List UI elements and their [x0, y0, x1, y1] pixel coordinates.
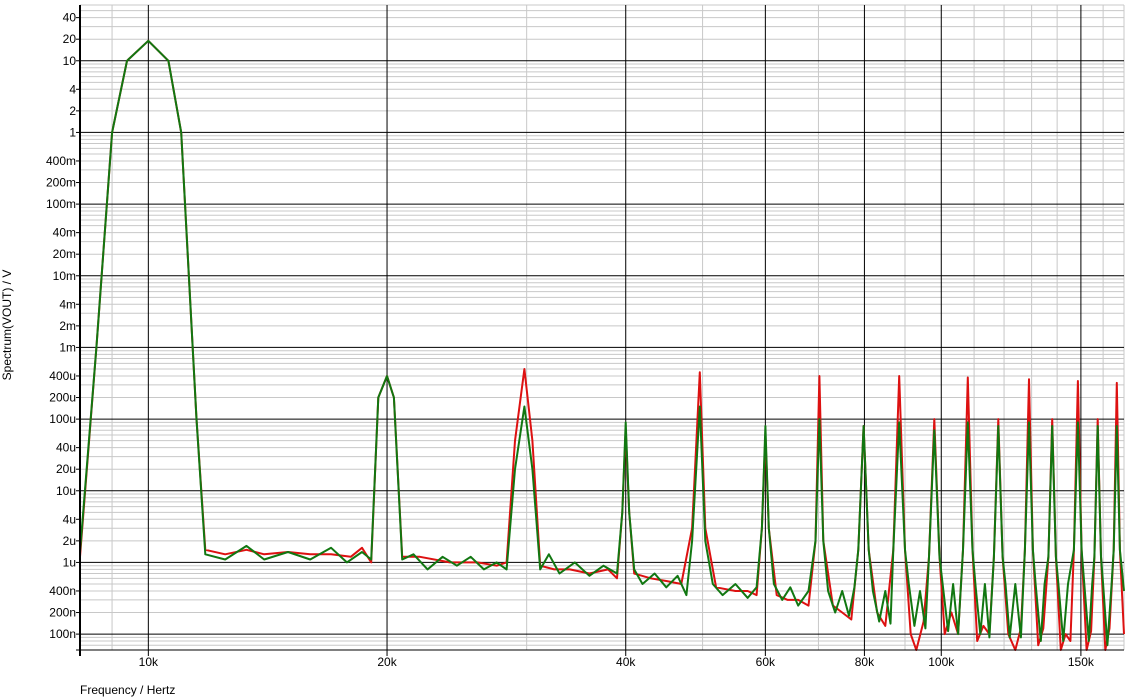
y-axis-label: Spectrum(VOUT) / V [0, 270, 14, 381]
x-tick-label: 20k [377, 655, 397, 669]
y-tick-label: 40 [63, 11, 77, 25]
y-tick-label: 4m [59, 297, 76, 311]
x-axis-label: Frequency / Hertz [80, 683, 175, 697]
y-tick-label: 20u [56, 462, 76, 476]
spectrum-chart: 40 20 10 4 2 1 400m 200m 100m 40m 20m 10m 4m 2m 1m 400u… [0, 0, 1127, 699]
x-tick-label: 100k [928, 655, 955, 669]
x-tick-label: 10k [139, 655, 159, 669]
y-tick-label: 4u [63, 512, 76, 526]
y-tick-label: 1u [63, 555, 76, 569]
y-tick-label: 2m [59, 319, 76, 333]
y-tick-label: 40m [53, 226, 76, 240]
y-tick-label: 10u [56, 484, 76, 498]
y-tick-label: 1m [59, 340, 76, 354]
x-tick-label: 40k [616, 655, 636, 669]
y-tick-label: 2 [69, 104, 76, 118]
y-tick-label: 2u [63, 534, 76, 548]
y-tick-label: 400n [49, 584, 76, 598]
y-tick-label: 200u [49, 391, 76, 405]
x-tick-label: 60k [756, 655, 776, 669]
y-tick-label: 1 [69, 125, 76, 139]
y-tick-label: 100n [49, 627, 76, 641]
chart-background [0, 0, 1127, 699]
y-tick-label: 400u [49, 369, 76, 383]
y-tick-label: 200m [46, 176, 76, 190]
y-tick-label: 10m [53, 269, 76, 283]
x-tick-label: 80k [855, 655, 875, 669]
y-tick-label: 200n [49, 606, 76, 620]
y-tick-label: 100m [46, 197, 76, 211]
y-tick-label: 4 [69, 82, 76, 96]
y-tick-label: 20 [63, 32, 77, 46]
x-tick-label: 150k [1068, 655, 1095, 669]
y-tick-label: 40u [56, 441, 76, 455]
y-tick-label: 10 [63, 54, 77, 68]
y-tick-label: 400m [46, 154, 76, 168]
y-tick-label: 100u [49, 412, 76, 426]
y-tick-label: 20m [53, 247, 76, 261]
